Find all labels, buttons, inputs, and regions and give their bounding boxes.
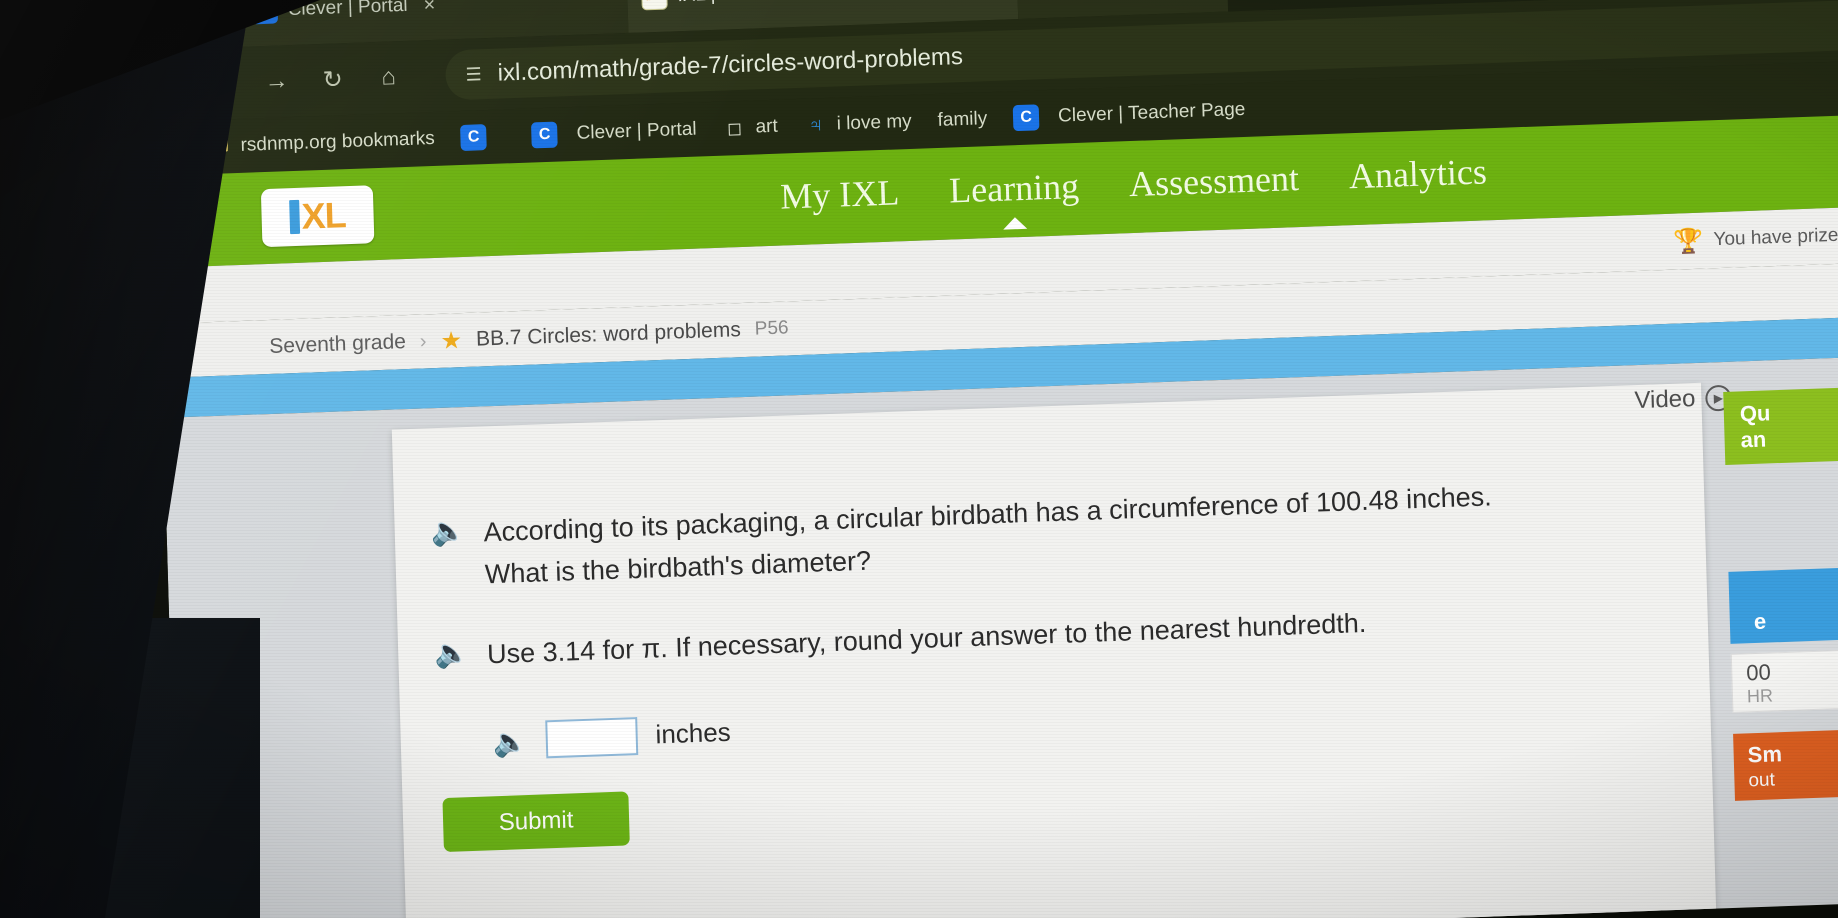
home-icon[interactable]: ⌂: [373, 62, 404, 93]
question-block: 🔈 According to its packaging, a circular…: [394, 469, 1706, 600]
bookmark-label: family: [937, 108, 988, 131]
time-elapsed-panel: 00 HR: [1730, 646, 1838, 713]
nav-analytics[interactable]: Analytics: [1348, 150, 1487, 203]
nav-assessment[interactable]: Assessment: [1128, 157, 1299, 211]
bookmark-clever-1[interactable]: C: [460, 123, 506, 151]
ixl-content-area: 🔈 According to its packaging, a circular…: [163, 354, 1838, 918]
bookmark-family[interactable]: family: [937, 108, 987, 132]
question-text: According to its packaging, a circular b…: [483, 476, 1493, 596]
bookmark-i-love-my[interactable]: ♃ i love my: [803, 110, 912, 138]
site-settings-icon[interactable]: ☰: [465, 64, 482, 86]
forward-icon[interactable]: →: [261, 66, 292, 97]
prizes-text: You have prizes to rev: [1713, 223, 1838, 251]
clever-icon: C: [460, 124, 488, 151]
photographed-monitor: ⌄ C Clever | Portal × IXL IXL | Circles:…: [0, 0, 1838, 918]
question-card: 🔈 According to its packaging, a circular…: [391, 382, 1721, 918]
close-icon[interactable]: ×: [423, 0, 435, 17]
video-label: Video: [1634, 385, 1696, 415]
breadcrumb-grade[interactable]: Seventh grade: [269, 330, 406, 359]
reload-icon[interactable]: ↻: [317, 64, 348, 95]
instruction-text: Use 3.14 for π. If necessary, round your…: [486, 607, 1367, 670]
answer-row: 🔈 inches: [400, 678, 1710, 763]
ixl-icon: IXL: [641, 0, 668, 11]
nav-learning[interactable]: Learning: [949, 165, 1080, 218]
bookmark-art[interactable]: ◻ art: [722, 115, 778, 141]
score-panel: e: [1728, 564, 1838, 644]
globe-icon: ♃: [807, 113, 824, 137]
trophy-icon: 🏆: [1673, 227, 1704, 256]
clever-icon: C: [531, 121, 559, 149]
smartscore-panel: Sm out: [1733, 726, 1838, 802]
speaker-icon[interactable]: 🔈: [434, 637, 470, 669]
bookmark-label: art: [755, 115, 779, 138]
bookmark-label: Clever | Teacher Page: [1057, 98, 1246, 127]
ixl-logo-text: XL: [301, 194, 347, 237]
clever-icon: C: [1012, 104, 1040, 132]
folder-icon: ◻: [726, 117, 743, 138]
bookmark-clever-portal[interactable]: C Clever | Portal: [531, 117, 697, 149]
star-icon[interactable]: ★: [440, 326, 462, 356]
score-panel-text: e: [1753, 608, 1767, 635]
bookmark-rsdnmp[interactable]: 📁 rsdnmp.org bookmarks: [207, 127, 435, 159]
instruction-block: 🔈 Use 3.14 for π. If necessary, round yo…: [398, 590, 1708, 679]
breadcrumb-skill-code: P56: [754, 317, 789, 340]
breadcrumb-skill: BB.7 Circles: word problems: [475, 318, 742, 351]
answer-unit-label: inches: [655, 716, 732, 750]
video-link[interactable]: Video ▶: [1634, 384, 1732, 415]
answer-input[interactable]: [545, 716, 639, 758]
ixl-logo-bar: [289, 199, 301, 235]
tab-title: IXL | Circles: word problems |: [677, 0, 924, 7]
speaker-icon[interactable]: 🔈: [430, 515, 466, 547]
bookmark-label: rsdnmp.org bookmarks: [240, 127, 436, 156]
breadcrumb-separator-icon: ›: [419, 329, 427, 353]
smartscore-title: Sm: [1747, 741, 1783, 768]
submit-button[interactable]: Submit: [442, 790, 630, 852]
bookmark-label: Clever | Portal: [576, 118, 697, 144]
speaker-icon[interactable]: 🔈: [492, 726, 528, 758]
ixl-nav-items: My IXL Learning Assessment Analytics: [780, 135, 1838, 224]
questions-answered-panel: Qu an: [1723, 384, 1838, 465]
bookmark-label: i love my: [836, 110, 912, 135]
bookmark-clever-teacher-page[interactable]: C Clever | Teacher Page: [1012, 97, 1246, 132]
screen-content: ⌄ C Clever | Portal × IXL IXL | Circles:…: [150, 0, 1838, 918]
timer-value: 00: [1745, 659, 1772, 686]
address-bar-url: ixl.com/math/grade-7/circles-word-proble…: [497, 42, 964, 87]
prizes-notice[interactable]: 🏆 You have prizes to rev: [1673, 219, 1838, 256]
ixl-logo[interactable]: XL: [260, 185, 375, 248]
nav-my-ixl[interactable]: My IXL: [780, 171, 900, 223]
